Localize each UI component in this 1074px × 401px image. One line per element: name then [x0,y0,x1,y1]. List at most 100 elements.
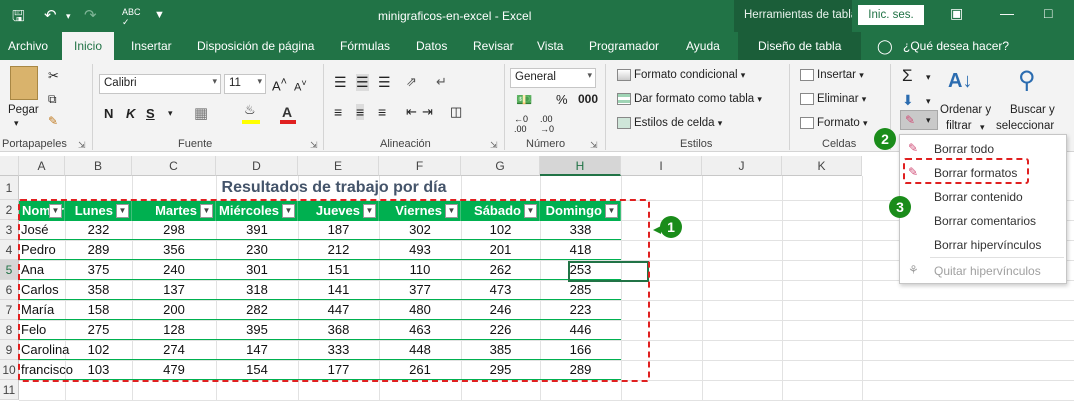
tab-programador[interactable]: Programador [589,32,659,60]
column-header[interactable]: F [379,156,461,176]
row-header[interactable]: 11 [0,380,19,400]
tab-ayuda[interactable]: Ayuda [686,32,720,60]
insert-cells-button[interactable]: Insertar ▾ [800,69,864,81]
autosum-icon[interactable]: Σ [902,66,913,86]
font-name-select[interactable]: Calibri ▾ [99,74,221,94]
decrease-indent-icon[interactable]: ⇤ [406,104,417,120]
find-select-label-2[interactable]: seleccionar [996,120,1054,132]
column-header[interactable]: H [540,156,621,176]
fill-icon[interactable]: ⬇ [902,92,914,109]
undo-dropdown-icon[interactable]: ▾ [66,11,71,22]
tab-inicio[interactable]: Inicio [62,32,115,60]
tab-vista[interactable]: Vista [537,32,563,60]
borders-icon[interactable]: ▦ [194,104,208,122]
align-right-icon[interactable]: ≡ [378,104,386,120]
column-header[interactable]: J [702,156,782,176]
percent-icon[interactable]: % [556,92,568,107]
fill-dropdown-icon[interactable]: ▾ [926,96,931,107]
tab-insertar[interactable]: Insertar [131,32,172,60]
tab-disposicion[interactable]: Disposición de página [197,32,314,60]
number-format-select[interactable]: General ▾ [510,68,596,88]
row-header[interactable]: 7 [0,300,19,320]
clear-button[interactable]: ✎ ▾ [900,110,938,130]
column-header[interactable]: I [621,156,702,176]
autosum-dropdown-icon[interactable]: ▾ [926,72,931,83]
format-cells-button[interactable]: Formato ▾ [800,117,868,129]
column-header[interactable]: D [216,156,298,176]
currency-icon[interactable]: 💵 [516,92,532,108]
tab-revisar[interactable]: Revisar [473,32,514,60]
menu-borrar-todo[interactable]: Borrar todo [934,142,994,156]
maximize-icon[interactable]: □ [1044,5,1052,21]
fill-color-icon[interactable]: ♨ [244,102,256,118]
wrap-text-icon[interactable]: ↵ [436,74,447,90]
cut-icon[interactable]: ✂ [48,68,59,84]
delete-cells-button[interactable]: Eliminar ▾ [800,93,866,105]
column-header[interactable]: E [298,156,379,176]
increase-decimal-icon[interactable]: ←0.00 [514,114,528,134]
tab-formulas[interactable]: Fórmulas [340,32,390,60]
sort-filter-label-2[interactable]: filtrar [946,120,972,132]
tab-diseno-tabla[interactable]: Diseño de tabla [738,32,862,60]
find-select-label-1[interactable]: Buscar y [1010,104,1055,116]
align-center-icon[interactable]: ≡ [356,104,365,120]
menu-borrar-hipervinculos[interactable]: Borrar hipervínculos [934,238,1041,252]
font-size-select[interactable]: 11 ▾ [224,74,266,94]
format-painter-icon[interactable]: ✎ [48,114,58,128]
column-header[interactable]: C [132,156,216,176]
align-middle-icon[interactable]: ☰ [356,74,369,91]
alignment-launcher-icon[interactable]: ⇲ [490,140,498,151]
paste-button[interactable]: Pegar [8,104,39,116]
spelling-icon[interactable]: ABC ✓ [122,7,141,28]
copy-icon[interactable]: ⧉ [48,92,57,107]
paste-icon[interactable] [10,66,38,100]
save-icon[interactable]: 🖫 [12,6,25,31]
align-left-icon[interactable]: ≡ [334,104,342,120]
customize-qat-icon[interactable]: ▼ [154,9,165,21]
bold-button[interactable]: N [104,106,113,121]
conditional-format-button[interactable]: Formato condicional ▾ [617,69,745,81]
row-header[interactable]: 9 [0,340,19,360]
grow-font-icon[interactable]: A˄ [272,76,287,93]
sort-filter-label-1[interactable]: Ordenar y [940,104,991,116]
menu-borrar-comentarios[interactable]: Borrar comentarios [934,214,1036,228]
row-header[interactable]: 4 [0,240,19,260]
minimize-icon[interactable]: — [1000,5,1014,21]
ribbon-display-icon[interactable]: ▣ [950,5,963,22]
sort-filter-icon[interactable]: A↓ [948,70,972,93]
shrink-font-icon[interactable]: A˅ [294,78,307,94]
increase-indent-icon[interactable]: ⇥ [422,104,433,120]
row-header[interactable]: 3 [0,220,19,240]
column-header[interactable]: B [65,156,132,176]
comma-style-icon[interactable]: 000 [578,92,598,106]
align-top-icon[interactable]: ☰ [334,74,347,91]
row-header[interactable]: 10 [0,360,19,380]
select-all-corner[interactable] [0,156,19,176]
font-launcher-icon[interactable]: ⇲ [310,140,318,151]
column-header[interactable]: A [19,156,65,176]
font-color-icon[interactable]: A [282,104,292,120]
italic-button[interactable]: K [126,106,135,121]
merge-center-icon[interactable]: ◫ [450,104,462,120]
tell-me-search[interactable]: ¿Qué desea hacer? [903,32,1009,60]
column-header[interactable]: G [461,156,540,176]
undo-icon[interactable]: ↶ [44,6,57,24]
number-launcher-icon[interactable]: ⇲ [590,140,598,151]
decrease-decimal-icon[interactable]: .00 →0 [540,114,554,134]
row-header[interactable]: 1 [0,176,19,200]
row-header[interactable]: 2 [0,200,19,220]
sign-in-button[interactable]: Inic. ses. [858,5,924,25]
row-header[interactable]: 5 [0,260,19,280]
tab-archivo[interactable]: Archivo [8,32,48,60]
tab-datos[interactable]: Datos [416,32,447,60]
redo-icon[interactable]: ↷ [84,6,97,24]
clipboard-launcher-icon[interactable]: ⇲ [78,140,86,151]
menu-borrar-contenido[interactable]: Borrar contenido [934,190,1023,204]
orientation-icon[interactable]: ⇗ [406,74,417,90]
find-icon[interactable]: ⚲ [1018,66,1036,95]
underline-dropdown-icon[interactable]: ▾ [168,108,173,119]
row-header[interactable]: 8 [0,320,19,340]
paste-dropdown-icon[interactable]: ▾ [14,118,19,129]
format-as-table-button[interactable]: Dar formato como tabla ▾ [617,93,762,105]
column-header[interactable]: K [782,156,862,176]
